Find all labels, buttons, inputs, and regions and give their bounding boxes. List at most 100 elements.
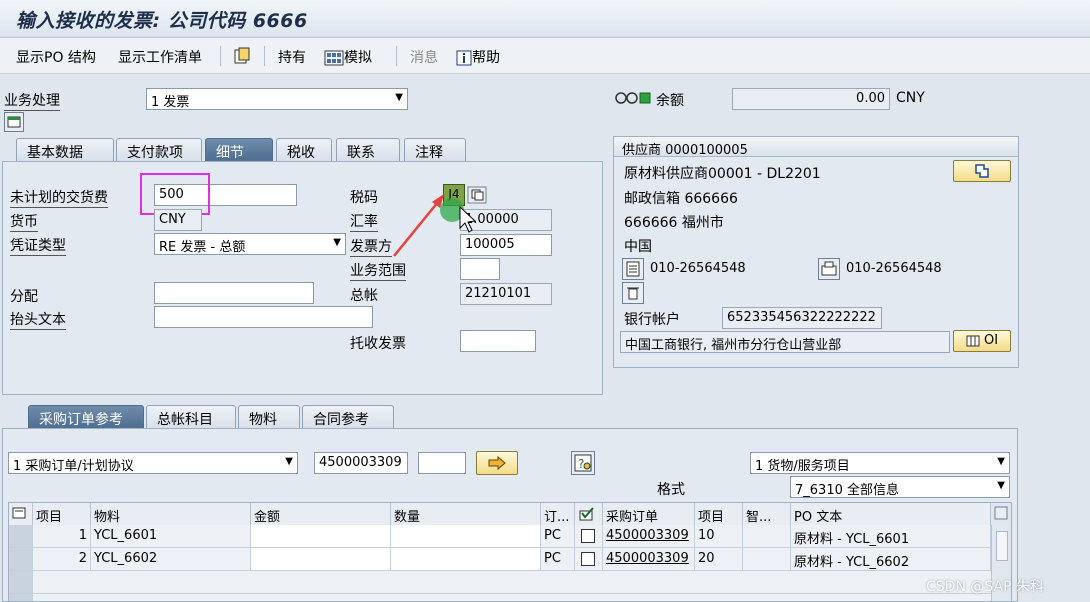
bank-account-field[interactable]: 652335456322222222 — [722, 307, 882, 329]
reference-type-dropdown[interactable]: 1 采购订单/计划协议 — [8, 452, 298, 474]
table-row[interactable] — [9, 571, 1011, 594]
checkbox-box[interactable] — [581, 529, 595, 543]
tax-code-label: 税码 — [350, 190, 378, 206]
tab-po-reference[interactable]: 采购订单参考 — [28, 405, 144, 429]
tab-gl-account[interactable]: 总帐科目 — [146, 405, 236, 429]
toolbar-separator — [220, 46, 221, 66]
bank-account-label: 银行帐户 — [624, 312, 680, 328]
po-link[interactable]: 4500003309 — [603, 548, 695, 570]
column-header[interactable]: 订... — [541, 503, 575, 525]
search-help-icon[interactable]: ? — [571, 451, 595, 475]
unplanned-delivery-cost-label: 未计划的交货费 — [10, 187, 108, 208]
vendor-name: 原材料供应商00001 - DL2201 — [624, 166, 821, 182]
gl-account-field[interactable]: 21210101 — [460, 283, 552, 305]
row-checkbox[interactable] — [575, 525, 603, 547]
vendor-fax: 010-26564548 — [846, 261, 942, 276]
transfer-button[interactable] — [476, 451, 518, 475]
oi-label: OI — [984, 333, 999, 348]
layout-toggle-icon[interactable] — [4, 112, 24, 132]
transaction-dropdown[interactable]: 1 发票 — [146, 88, 408, 110]
po-text-cell: 原材料 - YCL_6602 — [791, 548, 991, 570]
column-header[interactable]: 物料 — [91, 503, 251, 525]
collection-invoice-field[interactable] — [460, 330, 536, 352]
amount-cell[interactable] — [251, 525, 391, 547]
column-header[interactable]: 金额 — [251, 503, 391, 525]
row-selector[interactable] — [9, 571, 33, 593]
simulate-button[interactable]: 模拟 — [324, 47, 372, 67]
tab-basic-data[interactable]: 基本数据 — [16, 138, 114, 162]
smart-cell — [743, 548, 791, 570]
fax-icon[interactable] — [818, 258, 840, 280]
tab-contract-reference[interactable]: 合同参考 — [302, 405, 394, 429]
balance-label: 余额 — [656, 93, 684, 109]
po-text-cell: 原材料 - YCL_6601 — [791, 525, 991, 547]
toolbar-separator — [396, 46, 397, 66]
document-type-label: 凭证类型 — [10, 235, 66, 256]
column-header[interactable]: 项目 — [695, 503, 743, 525]
table-row[interactable]: 2 YCL_6602 PC 4500003309 20 原材料 - YCL_66… — [9, 548, 1011, 571]
quantity-cell[interactable] — [391, 525, 541, 547]
phone-icon[interactable] — [622, 258, 644, 280]
table-row[interactable]: 1 YCL_6601 PC 4500003309 10 原材料 - YCL_66… — [9, 525, 1011, 548]
po-link[interactable]: 4500003309 — [603, 525, 695, 547]
tab-payment[interactable]: 支付款项 — [116, 138, 202, 162]
smart-cell — [743, 525, 791, 547]
toolbar-separator — [264, 46, 265, 66]
vendor-po-box: 邮政信箱 666666 — [624, 191, 738, 207]
currency-field[interactable]: CNY — [154, 209, 202, 231]
header-text-field[interactable] — [154, 306, 373, 328]
column-settings-icon[interactable] — [991, 503, 1011, 525]
messages-button[interactable]: 消息 — [410, 47, 438, 67]
row-checkbox[interactable] — [575, 548, 603, 570]
help-button[interactable]: 帮助 — [456, 47, 500, 67]
simulate-label: 模拟 — [344, 50, 372, 66]
po-item-cell: 20 — [695, 548, 743, 570]
vendor-country: 中国 — [624, 239, 652, 255]
balance-currency: CNY — [896, 90, 925, 106]
mouse-cursor-icon — [459, 205, 477, 233]
column-header[interactable]: 采购订单 — [603, 503, 695, 525]
material-cell: YCL_6601 — [91, 525, 251, 547]
transaction-label: 业务处理 — [4, 90, 60, 111]
business-area-field[interactable] — [460, 258, 500, 280]
oi-button[interactable]: OI — [953, 330, 1011, 352]
document-icon[interactable] — [233, 47, 251, 69]
quantity-cell[interactable] — [391, 548, 541, 570]
tab-notes[interactable]: 注释 — [404, 138, 466, 162]
assignment-field[interactable] — [154, 282, 314, 304]
help-label: 帮助 — [472, 50, 500, 66]
column-header-checkbox-icon[interactable] — [575, 503, 603, 525]
amount-cell[interactable] — [251, 548, 391, 570]
delete-icon[interactable] — [622, 282, 644, 304]
tab-contact[interactable]: 联系 — [336, 138, 400, 162]
show-po-structure-button[interactable]: 显示PO 结构 — [16, 47, 96, 67]
po-item-field[interactable] — [418, 452, 466, 474]
hold-button[interactable]: 持有 — [278, 47, 306, 67]
vendor-phone: 010-26564548 — [650, 261, 746, 276]
show-worklist-button[interactable]: 显示工作清单 — [118, 47, 202, 67]
table-row[interactable] — [9, 594, 1011, 601]
header-text-label: 抬头文本 — [10, 309, 66, 330]
bank-name-field[interactable]: 中国工商银行, 福州市分行仓山营业部 — [620, 331, 950, 353]
column-header[interactable]: 数量 — [391, 503, 541, 525]
column-header[interactable]: PO 文本 — [791, 503, 991, 525]
tab-details[interactable]: 细节 — [205, 138, 273, 162]
vendor-display-button[interactable] — [953, 160, 1011, 182]
unit-cell: PC — [541, 525, 575, 547]
item-type-dropdown[interactable]: 1 货物/服务项目 — [750, 452, 1010, 474]
select-all-icon[interactable] — [9, 503, 33, 525]
tab-material[interactable]: 物料 — [238, 405, 300, 429]
calculator-icon — [966, 335, 980, 346]
scrollbar-thumb[interactable] — [996, 531, 1008, 561]
vendor-display-icon — [975, 164, 989, 178]
document-type-dropdown[interactable]: RE 发票 - 总额 — [154, 233, 346, 255]
column-header[interactable]: 智... — [743, 503, 791, 525]
po-number-field[interactable]: 4500003309 — [314, 452, 408, 474]
row-selector[interactable] — [9, 548, 33, 570]
row-selector[interactable] — [9, 594, 33, 601]
layout-dropdown[interactable]: 7_6310 全部信息 — [790, 476, 1010, 498]
checkbox-box[interactable] — [581, 552, 595, 566]
tab-tax[interactable]: 税收 — [276, 138, 332, 162]
row-selector[interactable] — [9, 525, 33, 547]
column-header[interactable]: 项目 — [33, 503, 91, 525]
